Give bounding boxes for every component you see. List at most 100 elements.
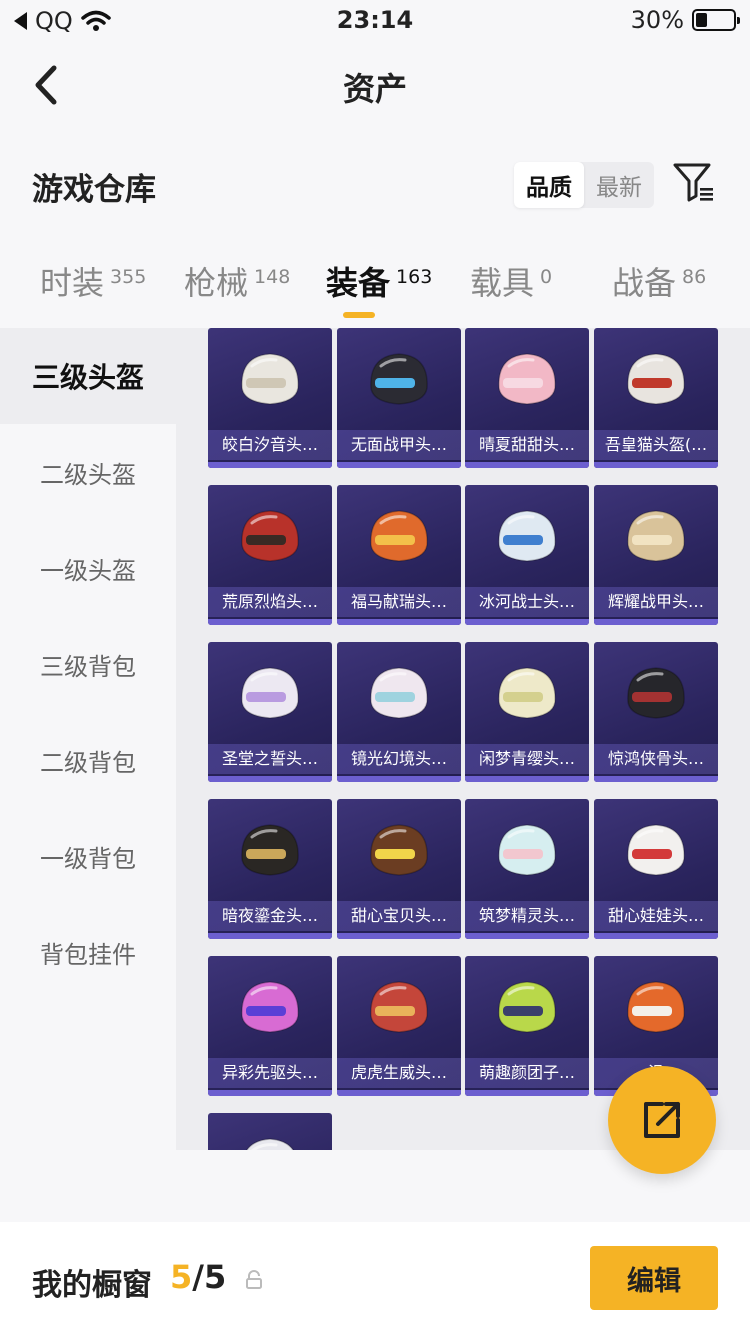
- item-grid: 皎白汐音头… 无面战甲头… 晴夏甜甜头… 吾皇猫头盔(… 荒原烈焰头… 福马献瑞头… 冰河战…: [176, 328, 750, 1150]
- filter-funnel-icon[interactable]: [672, 160, 716, 204]
- helmet-card-name: 无面战甲头…: [337, 430, 461, 460]
- share-button[interactable]: [608, 1066, 716, 1174]
- rarity-stripe: [208, 1090, 332, 1096]
- helmet-card-name: 萌趣颜团子…: [465, 1058, 589, 1088]
- tab-equipment[interactable]: 装备 163: [326, 258, 432, 304]
- helmet-card-name: 荒原烈焰头…: [208, 587, 332, 617]
- helmet-card[interactable]: 荒原烈焰头…: [208, 485, 332, 625]
- rarity-stripe: [337, 776, 461, 782]
- helmet-card[interactable]: 甜心娃娃头…: [594, 799, 718, 939]
- showcase-label: 我的橱窗: [32, 1268, 152, 1303]
- helmet-card[interactable]: 冰河战士头…: [465, 485, 589, 625]
- sidebar-item-level3-helmet[interactable]: 三级头盔: [0, 328, 176, 424]
- tab-vehicles[interactable]: 载具 0: [470, 258, 552, 304]
- helmet-card-name: 异彩先驱头…: [208, 1058, 332, 1088]
- helmet-card-name: 冰河战士头…: [465, 587, 589, 617]
- status-bar: QQ 23:14 30%: [0, 0, 750, 42]
- helmet-icon: [370, 981, 428, 1033]
- rarity-stripe: [465, 933, 589, 939]
- helmet-card-name: 吾皇猫头盔(…: [594, 430, 718, 460]
- rarity-stripe: [208, 933, 332, 939]
- helmet-icon: [241, 824, 299, 876]
- rarity-stripe: [208, 619, 332, 625]
- helmet-card[interactable]: 皎白汐音头…: [208, 328, 332, 468]
- helmet-card[interactable]: 虎虎生威头…: [337, 956, 461, 1096]
- warehouse-title: 游戏仓库: [32, 172, 156, 208]
- helmet-card-name: 甜心宝贝头…: [337, 901, 461, 931]
- sidebar-item-level3-backpack[interactable]: 三级背包: [0, 616, 176, 712]
- helmet-card[interactable]: 圣堂之誓头…: [208, 642, 332, 782]
- rarity-stripe: [465, 619, 589, 625]
- tab-count: 0: [540, 266, 553, 288]
- sort-latest-button[interactable]: 最新: [584, 162, 654, 208]
- helmet-icon: [241, 667, 299, 719]
- tab-label: 枪械: [184, 264, 249, 302]
- rarity-stripe: [208, 776, 332, 782]
- sort-toggle[interactable]: 品质 最新: [514, 162, 654, 208]
- helmet-card[interactable]: 萌趣颜团子…: [465, 956, 589, 1096]
- edit-button[interactable]: 编辑: [590, 1246, 718, 1310]
- tab-battle-prep[interactable]: 战备 86: [612, 258, 706, 304]
- tab-label: 载具: [470, 264, 535, 302]
- helmet-card[interactable]: 晴夏甜甜头…: [465, 328, 589, 468]
- sidebar: 三级头盔 二级头盔 一级头盔 三级背包 二级背包 一级背包 背包挂件: [0, 328, 176, 1148]
- helmet-icon: [627, 981, 685, 1033]
- helmet-icon: [370, 510, 428, 562]
- rarity-stripe: [465, 462, 589, 468]
- helmet-card[interactable]: 暗夜鎏金头…: [208, 799, 332, 939]
- helmet-card-name: 暗夜鎏金头…: [208, 901, 332, 931]
- rarity-stripe: [594, 776, 718, 782]
- showcase-count: 5/5: [170, 1258, 226, 1296]
- helmet-icon: [627, 667, 685, 719]
- tab-weapons[interactable]: 枪械 148: [184, 258, 290, 304]
- helmet-icon: [627, 510, 685, 562]
- helmet-card-name: 惊鸿侠骨头…: [594, 744, 718, 774]
- status-right: 30%: [630, 6, 740, 34]
- helmet-card[interactable]: 辉耀战甲头…: [594, 485, 718, 625]
- tab-count: 86: [682, 266, 707, 288]
- helmet-card[interactable]: 镜光幻境头…: [337, 642, 461, 782]
- rarity-stripe: [594, 462, 718, 468]
- helmet-card[interactable]: 福马献瑞头…: [337, 485, 461, 625]
- showcase-count-current: 5: [170, 1258, 193, 1296]
- helmet-icon: [370, 824, 428, 876]
- sidebar-item-level1-backpack[interactable]: 一级背包: [0, 808, 176, 904]
- helmet-card[interactable]: 闲梦青缨头…: [465, 642, 589, 782]
- helmet-card[interactable]: 甜心宝贝头…: [337, 799, 461, 939]
- rarity-stripe: [594, 933, 718, 939]
- helmet-icon: [627, 824, 685, 876]
- helmet-icon: [498, 667, 556, 719]
- sidebar-item-level1-helmet[interactable]: 一级头盔: [0, 520, 176, 616]
- helmet-card-name: 福马献瑞头…: [337, 587, 461, 617]
- helmet-card[interactable]: 无面战甲头…: [337, 328, 461, 468]
- helmet-icon: [370, 667, 428, 719]
- helmet-card-name: 皎白汐音头…: [208, 430, 332, 460]
- helmet-card[interactable]: 惊鸿侠骨头…: [594, 642, 718, 782]
- helmet-card-name: 圣堂之誓头…: [208, 744, 332, 774]
- helmet-card[interactable]: [208, 1113, 332, 1150]
- sidebar-item-level2-backpack[interactable]: 二级背包: [0, 712, 176, 808]
- helmet-card[interactable]: 异彩先驱头…: [208, 956, 332, 1096]
- rarity-stripe: [337, 1090, 461, 1096]
- helmet-card[interactable]: 筑梦精灵头…: [465, 799, 589, 939]
- helmet-icon: [246, 1138, 294, 1150]
- helmet-card-name: 筑梦精灵头…: [465, 901, 589, 931]
- helmet-icon: [241, 353, 299, 405]
- lock-icon: [246, 1270, 262, 1289]
- helmet-card-name: 镜光幻境头…: [337, 744, 461, 774]
- battery-percent: 30%: [630, 6, 684, 34]
- helmet-card-name: 闲梦青缨头…: [465, 744, 589, 774]
- helmet-icon: [627, 353, 685, 405]
- battery-fill: [696, 13, 707, 27]
- active-tab-indicator: [343, 312, 375, 318]
- rarity-stripe: [465, 1090, 589, 1096]
- sidebar-item-backpack-pendant[interactable]: 背包挂件: [0, 904, 176, 1000]
- sidebar-item-level2-helmet[interactable]: 二级头盔: [0, 424, 176, 520]
- showcase-bar: 我的橱窗 5/5 编辑: [0, 1222, 750, 1334]
- sort-quality-button[interactable]: 品质: [514, 162, 584, 208]
- helmet-icon: [241, 510, 299, 562]
- helmet-card[interactable]: 吾皇猫头盔(…: [594, 328, 718, 468]
- tab-count: 163: [396, 266, 433, 288]
- tab-label: 时装: [40, 264, 105, 302]
- tab-fashion[interactable]: 时装 355: [40, 258, 146, 304]
